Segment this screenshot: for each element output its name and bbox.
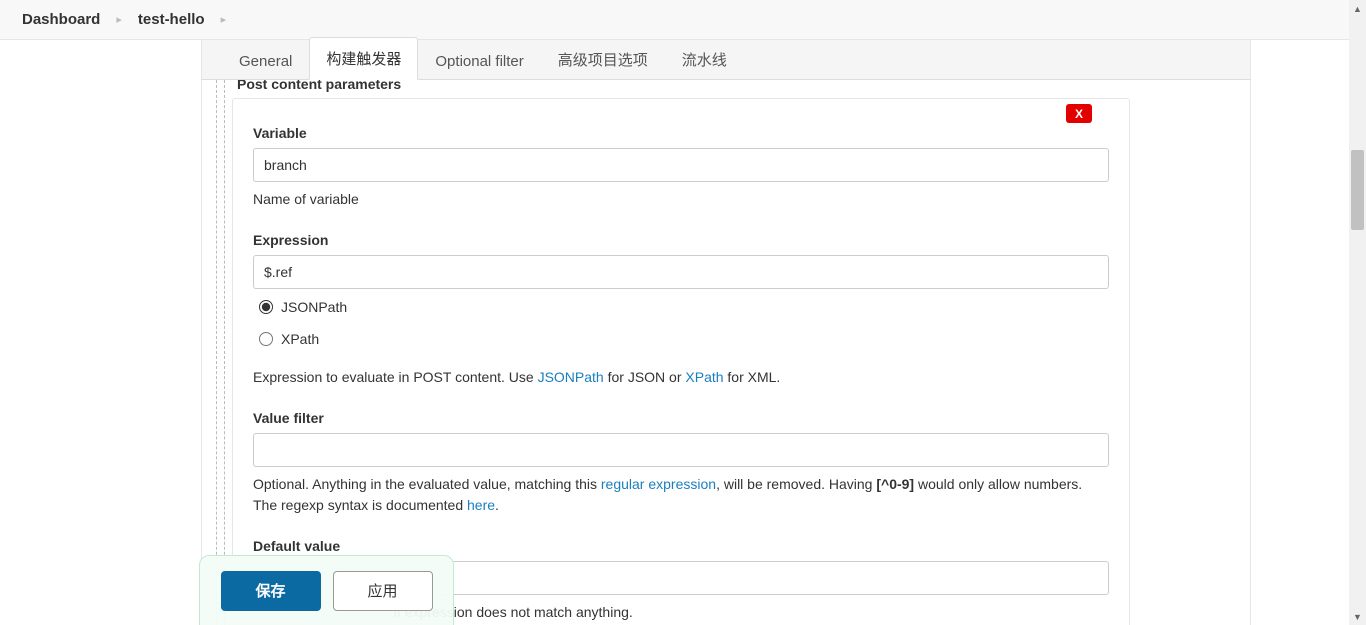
- radio-jsonpath[interactable]: [259, 300, 273, 314]
- breadcrumb-dashboard[interactable]: Dashboard: [22, 11, 100, 28]
- delete-button[interactable]: X: [1066, 104, 1092, 123]
- link-jsonpath[interactable]: JSONPath: [538, 369, 604, 385]
- action-bar: 保存 应用: [199, 555, 454, 625]
- link-regular-expression[interactable]: regular expression: [601, 476, 716, 492]
- radio-xpath-label: XPath: [281, 331, 319, 347]
- default-value-label: Default value: [253, 538, 1109, 554]
- variable-help: Name of variable: [253, 189, 1109, 210]
- variable-input[interactable]: [253, 148, 1109, 182]
- link-here[interactable]: here: [467, 497, 495, 513]
- chevron-right-icon: ▸: [219, 13, 229, 26]
- tree-guide-line: [224, 80, 225, 625]
- radio-jsonpath-row[interactable]: JSONPath: [259, 299, 1109, 315]
- tab-build-triggers[interactable]: 构建触发器: [309, 37, 418, 80]
- section-legend: Post content parameters: [237, 80, 401, 92]
- scrollbar-thumb[interactable]: [1351, 150, 1364, 230]
- scroll-down-icon[interactable]: ▼: [1349, 608, 1366, 625]
- expression-help: Expression to evaluate in POST content. …: [253, 367, 1109, 388]
- scroll-up-icon[interactable]: ▲: [1349, 0, 1366, 17]
- apply-button[interactable]: 应用: [333, 571, 433, 611]
- expression-label: Expression: [253, 232, 1109, 248]
- tab-advanced-options[interactable]: 高级项目选项: [541, 38, 665, 80]
- value-filter-label: Value filter: [253, 410, 1109, 426]
- radio-jsonpath-label: JSONPath: [281, 299, 347, 315]
- tree-guide-line: [216, 80, 217, 625]
- post-content-parameters-box: Variable Name of variable Expression JSO…: [232, 98, 1130, 625]
- tab-pipeline[interactable]: 流水线: [665, 38, 744, 80]
- chevron-right-icon: ▸: [114, 13, 124, 26]
- breadcrumb: Dashboard ▸ test-hello ▸: [0, 0, 1349, 40]
- variable-label: Variable: [253, 125, 1109, 141]
- scrollbar-track[interactable]: ▲ ▼: [1349, 0, 1366, 625]
- link-xpath[interactable]: XPath: [685, 369, 723, 385]
- radio-xpath[interactable]: [259, 332, 273, 346]
- radio-xpath-row[interactable]: XPath: [259, 331, 1109, 347]
- config-content: Post content parameters X Variable Name …: [201, 80, 1251, 625]
- tab-general[interactable]: General: [222, 42, 309, 80]
- value-filter-help: Optional. Anything in the evaluated valu…: [253, 474, 1109, 516]
- tab-optional-filter[interactable]: Optional filter: [418, 42, 540, 80]
- value-filter-input[interactable]: [253, 433, 1109, 467]
- save-button[interactable]: 保存: [221, 571, 321, 611]
- config-tabs: General 构建触发器 Optional filter 高级项目选项 流水线: [201, 40, 1251, 80]
- expression-input[interactable]: [253, 255, 1109, 289]
- breadcrumb-project[interactable]: test-hello: [138, 11, 205, 28]
